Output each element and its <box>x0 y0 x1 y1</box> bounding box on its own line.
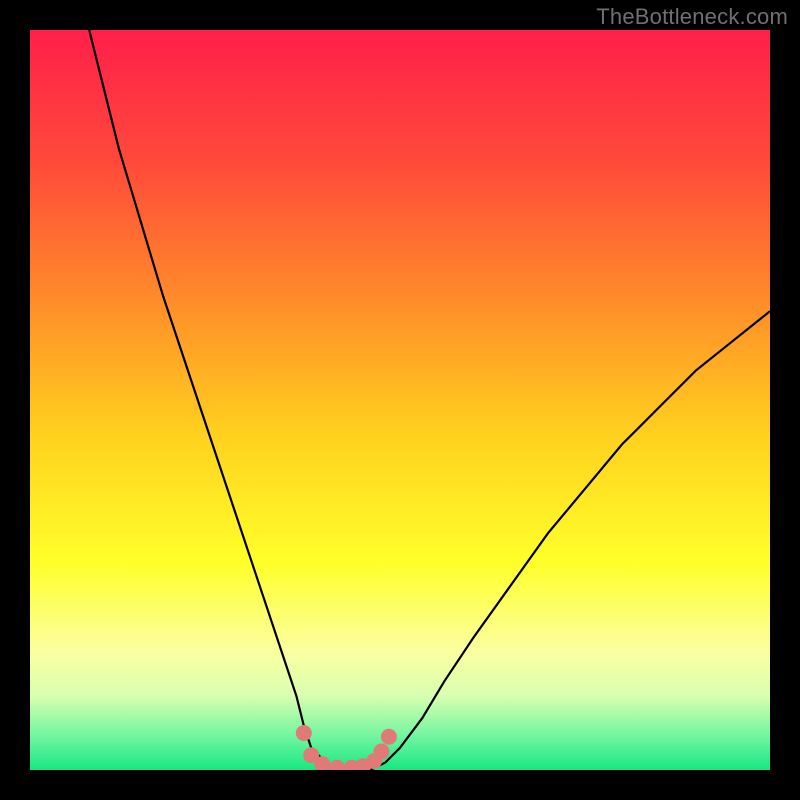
bottleneck-chart <box>30 30 770 770</box>
highlight-point <box>381 729 397 745</box>
highlight-point <box>296 725 312 741</box>
chart-frame: TheBottleneck.com <box>0 0 800 800</box>
attribution-label: TheBottleneck.com <box>596 4 788 30</box>
plot-area <box>30 30 770 770</box>
gradient-background <box>30 30 770 770</box>
highlight-point <box>374 744 390 760</box>
